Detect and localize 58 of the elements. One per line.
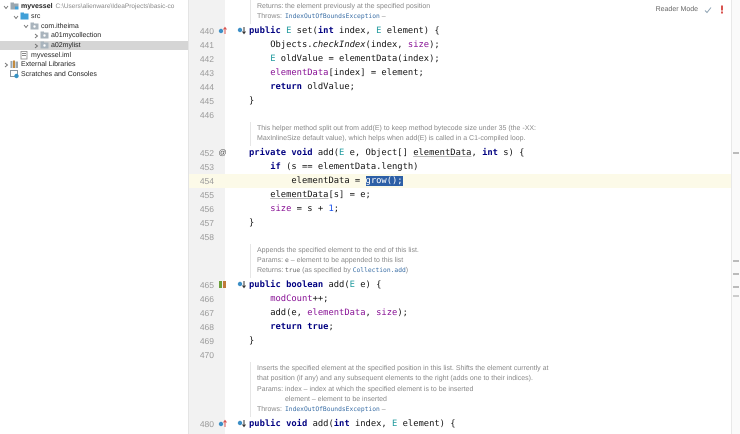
line-number: 455 [198,190,215,200]
line-number: 440 [198,26,215,36]
check-icon [704,6,712,14]
overridden-down-icon[interactable] [237,26,246,36]
line-number: 458 [198,232,215,242]
line-number: 453 [198,162,215,172]
line-number: 456 [198,204,215,214]
line-number: 442 [198,54,215,64]
line-number: 466 [198,294,215,304]
selected-text: grow(); [366,176,403,186]
line-number: 465 [198,280,215,290]
line-number: 480 [198,418,215,429]
line-number: 443 [198,68,215,78]
line-number: 469 [198,336,215,346]
code-line: Objects.checkIndex(index, size); [269,40,440,50]
file-icon [20,50,29,60]
code-line: public E set(int index, E element) { [249,26,440,36]
folder-icon [40,41,49,50]
line-number: 452 [198,148,215,158]
line-number: 441 [198,40,215,50]
code-line: } [249,218,254,228]
code-line: } [249,336,254,346]
line-number: 445 [198,96,215,106]
scratches-icon [10,70,19,80]
folder-icon [40,31,49,40]
code-line: elementData[index] = element; [269,68,424,78]
annotation-marker[interactable]: @ [218,148,227,158]
code-line: E oldValue = elementData(index); [269,54,440,64]
line-number: 454 [198,176,215,186]
folder-icon [10,2,19,12]
code-line: } [249,96,254,106]
code-line: public void add(int index, E element) { [249,418,456,429]
code-line: private void add(E e, Object[] elementData, int s) { [249,148,524,158]
code-line: public boolean add(E e) { [249,280,382,290]
line-number: 467 [198,308,215,318]
code-line: add(e, elementData, size); [269,308,408,318]
warning-icon [718,5,726,14]
code-line: elementData[s] = e; [269,190,371,200]
line-number: 444 [198,82,215,92]
implemented-up-icon[interactable] [218,26,227,36]
scrollbar[interactable] [731,0,740,434]
overridden-down-icon[interactable] [237,280,246,290]
code-line: elementData = grow(); [290,176,403,186]
code-line: return oldValue; [269,82,355,92]
line-number: 470 [198,350,215,360]
implemented-mixed-icon[interactable] [218,280,227,290]
code-line: size = s + 1; [269,204,340,214]
implemented-up-icon[interactable] [218,419,227,428]
overridden-down-icon[interactable] [237,419,246,428]
folder-icon [20,12,29,22]
books-icon [10,60,19,70]
code-line: if (s == elementData.length) [269,162,418,172]
folder-icon [30,22,39,31]
line-number: 457 [198,218,215,228]
code-line: modCount++; [269,294,328,304]
code-line: return true; [269,322,334,332]
line-number: 446 [198,110,215,120]
line-number: 468 [198,322,215,332]
